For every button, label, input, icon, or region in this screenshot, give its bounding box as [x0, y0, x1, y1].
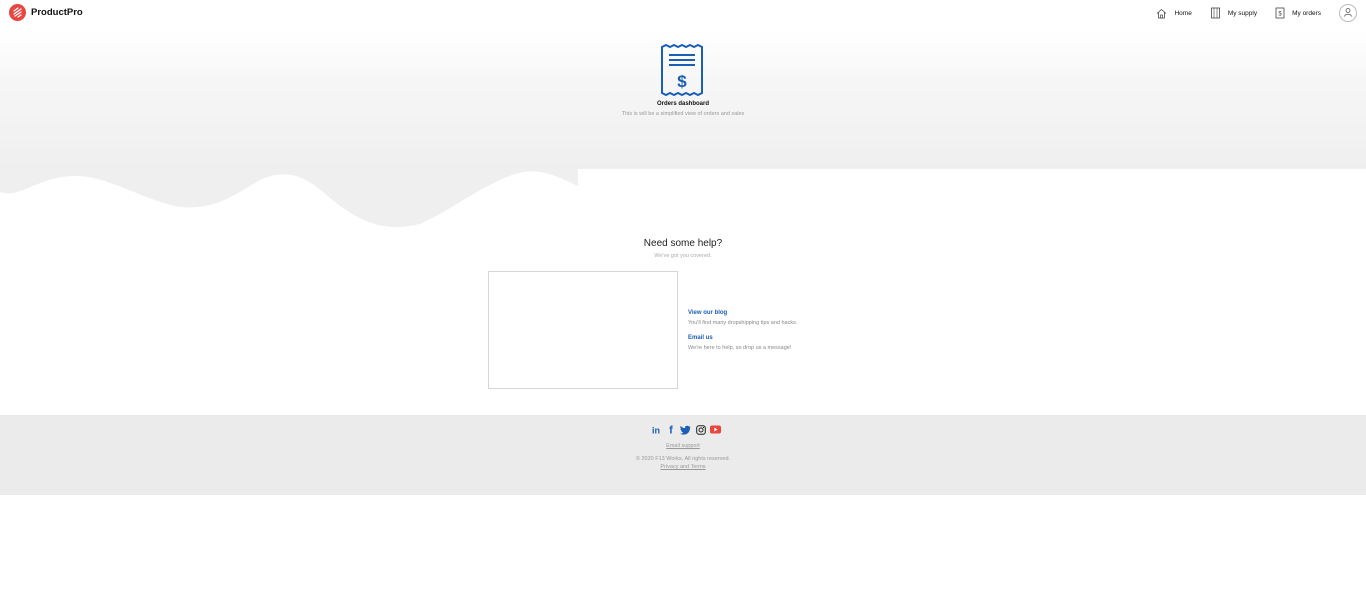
help-media-frame — [488, 271, 678, 389]
nav-home-label: Home — [1174, 9, 1192, 17]
instagram-icon[interactable] — [695, 424, 706, 435]
hero-wave-divider — [0, 168, 578, 228]
email-support-row: Email support — [0, 443, 1366, 449]
brand-name: ProductPro — [31, 7, 83, 18]
hero-subtitle: This is will be a simplified view of ord… — [621, 111, 745, 117]
top-bar: ProductPro Home My supply $ My orders — [0, 0, 1366, 28]
svg-text:$: $ — [1278, 12, 1282, 18]
account-button[interactable] — [1339, 4, 1357, 22]
copyright: © 2020 F13 Works. All rights reserved. — [635, 456, 731, 462]
brand-logo-icon — [9, 4, 26, 21]
privacy-row: Privacy and Terms — [0, 464, 1366, 470]
blog-description: You'll find many dropshipping tips and h… — [688, 320, 798, 326]
facebook-icon[interactable]: f — [665, 424, 676, 436]
help-subtitle: We've got you covered. — [654, 253, 712, 259]
nav-my-supply-label: My supply — [1227, 9, 1258, 17]
main-nav: Home My supply $ My orders — [1156, 4, 1366, 22]
email-us-link[interactable]: Email us — [688, 335, 713, 341]
nav-my-supply[interactable]: My supply — [1210, 7, 1257, 19]
twitter-icon[interactable] — [680, 424, 691, 435]
nav-my-orders-label: My orders — [1292, 9, 1321, 17]
nav-home[interactable]: Home — [1156, 8, 1192, 19]
brand[interactable]: ProductPro — [9, 4, 83, 21]
svg-text:f: f — [669, 425, 673, 436]
hero-title: Orders dashboard — [656, 101, 709, 107]
home-icon — [1156, 8, 1167, 19]
building-icon — [1210, 7, 1221, 19]
email-description: We're here to help, so drop us a message… — [688, 345, 792, 351]
email-support-link[interactable]: Email support — [666, 443, 700, 449]
nav-my-orders[interactable]: $ My orders — [1275, 7, 1321, 19]
social-links: in f — [650, 424, 721, 435]
user-icon — [1343, 4, 1353, 22]
svg-text:in: in — [652, 425, 660, 435]
receipt-icon: $ — [1275, 7, 1285, 19]
view-blog-link[interactable]: View our blog — [688, 310, 727, 316]
svg-text:$: $ — [677, 72, 687, 91]
youtube-icon[interactable] — [710, 424, 721, 435]
linkedin-icon[interactable]: in — [650, 424, 661, 435]
privacy-terms-link[interactable]: Privacy and Terms — [660, 464, 705, 470]
receipt-dollar-icon: $ — [660, 43, 704, 101]
footer: in f Email support © 2020 F13 Works. All… — [0, 415, 1366, 495]
help-title: Need some help? — [643, 238, 723, 249]
